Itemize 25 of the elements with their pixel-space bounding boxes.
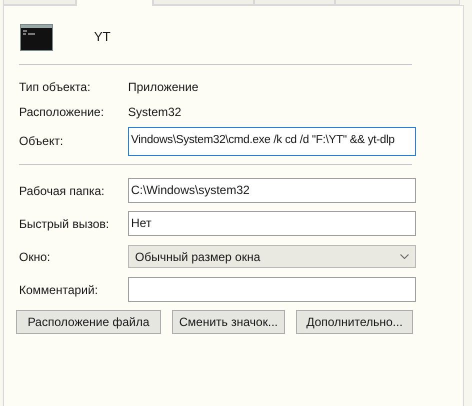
- dialog-button[interactable]: Дополнительно...: [296, 310, 413, 334]
- field-label: Окно:: [19, 248, 52, 266]
- dialog-button[interactable]: Сменить значок...: [172, 310, 285, 334]
- tab[interactable]: [3, 0, 76, 5]
- window-dropdown[interactable]: Обычный размер окна: [128, 245, 416, 268]
- tab[interactable]: [153, 0, 254, 5]
- field-label: Объект:: [19, 133, 64, 150]
- field-label: Комментарий:: [19, 282, 99, 298]
- input-field[interactable]: C:\Windows\system32: [128, 178, 416, 203]
- field-label: Быстрый вызов:: [19, 216, 110, 232]
- input-field[interactable]: Нет: [128, 211, 416, 236]
- tab[interactable]: [254, 0, 335, 5]
- field-value: Приложение: [128, 78, 198, 96]
- dialog-button[interactable]: Расположение файла: [16, 310, 161, 334]
- shortcut-name: YT: [94, 28, 111, 46]
- input-field[interactable]: [128, 277, 416, 302]
- console-icon: [20, 24, 53, 50]
- field-label: Расположение:: [19, 104, 105, 120]
- field-label: Тип объекта:: [19, 78, 92, 96]
- target-field[interactable]: Vindows\System32\cmd.exe /k cd /d "F:\YT" && yt-dlp: [128, 126, 416, 156]
- field-value: System32: [128, 104, 182, 120]
- chevron-down-icon: [400, 254, 409, 259]
- field-label: Рабочая папка:: [19, 182, 106, 200]
- tab[interactable]: [76, 0, 153, 6]
- tab[interactable]: [335, 0, 460, 5]
